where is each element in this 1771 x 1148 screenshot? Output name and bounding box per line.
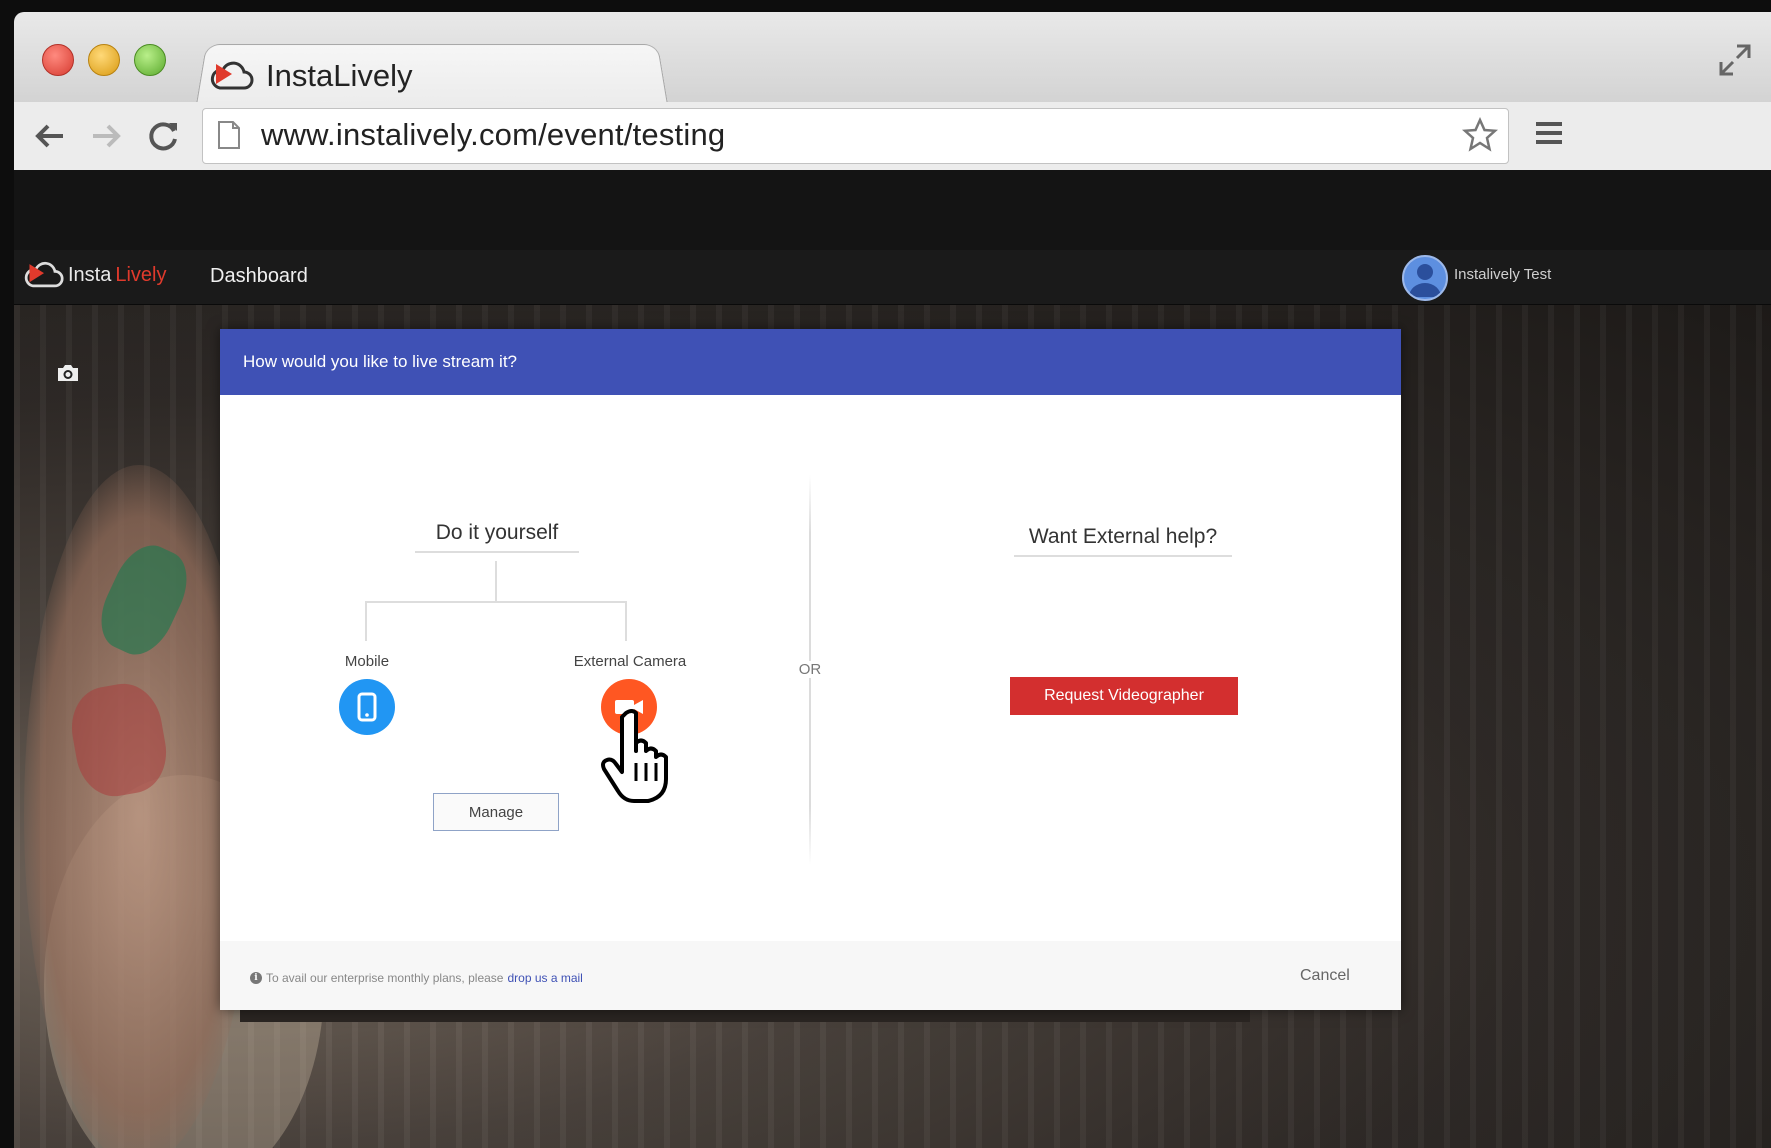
avatar[interactable] xyxy=(1402,255,1448,301)
or-label: OR xyxy=(791,661,829,678)
tree-connector xyxy=(365,601,367,641)
instalively-logo-icon xyxy=(24,261,64,288)
diy-underline xyxy=(415,551,579,553)
page-viewport: InstaLively Dashboard Instalively Test xyxy=(14,170,1771,1148)
forward-arrow-icon xyxy=(93,124,121,148)
drop-us-mail-link[interactable]: drop us a mail xyxy=(507,971,582,985)
tree-connector xyxy=(365,601,627,603)
phone-icon xyxy=(357,692,377,722)
tree-connector xyxy=(625,601,627,641)
footer-info: i To avail our enterprise monthly plans,… xyxy=(250,971,583,985)
info-icon: i xyxy=(250,972,262,984)
brand-text-insta: Insta xyxy=(68,263,112,286)
maximize-window-button[interactable] xyxy=(134,44,166,76)
nav-dashboard-link[interactable]: Dashboard xyxy=(210,265,308,288)
address-bar[interactable]: www.instalively.com/event/testing xyxy=(202,108,1509,164)
fullscreen-icon[interactable] xyxy=(1715,40,1755,80)
tree-connector xyxy=(495,561,497,601)
brand-text-lively: Lively xyxy=(115,263,167,286)
footer-text: To avail our enterprise monthly plans, p… xyxy=(266,971,504,985)
external-help-underline xyxy=(1014,555,1232,557)
mobile-label: Mobile xyxy=(344,653,390,670)
back-button[interactable] xyxy=(28,114,72,158)
mobile-option-button[interactable] xyxy=(339,679,395,735)
browser-toolbar: www.instalively.com/event/testing xyxy=(14,102,1771,171)
page-icon xyxy=(218,121,240,149)
stream-method-modal: How would you like to live stream it? Do… xyxy=(220,329,1401,1010)
camera-icon[interactable] xyxy=(56,363,80,383)
instalively-logo-icon xyxy=(210,61,254,90)
cancel-button[interactable]: Cancel xyxy=(1300,967,1350,985)
avatar-icon xyxy=(1409,264,1441,297)
forward-button[interactable] xyxy=(84,114,128,158)
modal-header: How would you like to live stream it? xyxy=(220,329,1401,395)
modal-title: How would you like to live stream it? xyxy=(243,352,518,371)
close-window-button[interactable] xyxy=(42,44,74,76)
hamburger-menu-icon[interactable] xyxy=(1534,118,1564,148)
browser-tab-content[interactable]: InstaLively xyxy=(210,50,412,102)
external-camera-label: External Camera xyxy=(573,653,687,670)
reload-icon xyxy=(149,122,177,151)
title-bar: InstaLively xyxy=(14,12,1771,105)
browser-window: InstaLively www.instalively.com/event/te… xyxy=(14,12,1771,1148)
diy-heading: Do it yourself xyxy=(435,521,559,544)
manage-button[interactable]: Manage xyxy=(433,793,559,831)
modal-footer: i To avail our enterprise monthly plans,… xyxy=(220,941,1401,1010)
star-icon[interactable] xyxy=(1462,117,1498,153)
url-text: www.instalively.com/event/testing xyxy=(261,117,726,152)
request-videographer-button[interactable]: Request Videographer xyxy=(1010,677,1238,715)
tab-title: InstaLively xyxy=(266,58,413,93)
hand-pointer-icon xyxy=(601,709,668,803)
external-help-heading: Want External help? xyxy=(1028,525,1218,548)
brand-logo[interactable]: Insta Lively xyxy=(24,260,167,290)
username-label[interactable]: Instalively Test xyxy=(1454,266,1551,283)
back-arrow-icon xyxy=(35,124,63,148)
background-strip xyxy=(240,1010,1250,1022)
app-navbar: Insta Lively Dashboard Instalively Test xyxy=(14,250,1771,305)
reload-button[interactable] xyxy=(142,114,186,158)
minimize-window-button[interactable] xyxy=(88,44,120,76)
